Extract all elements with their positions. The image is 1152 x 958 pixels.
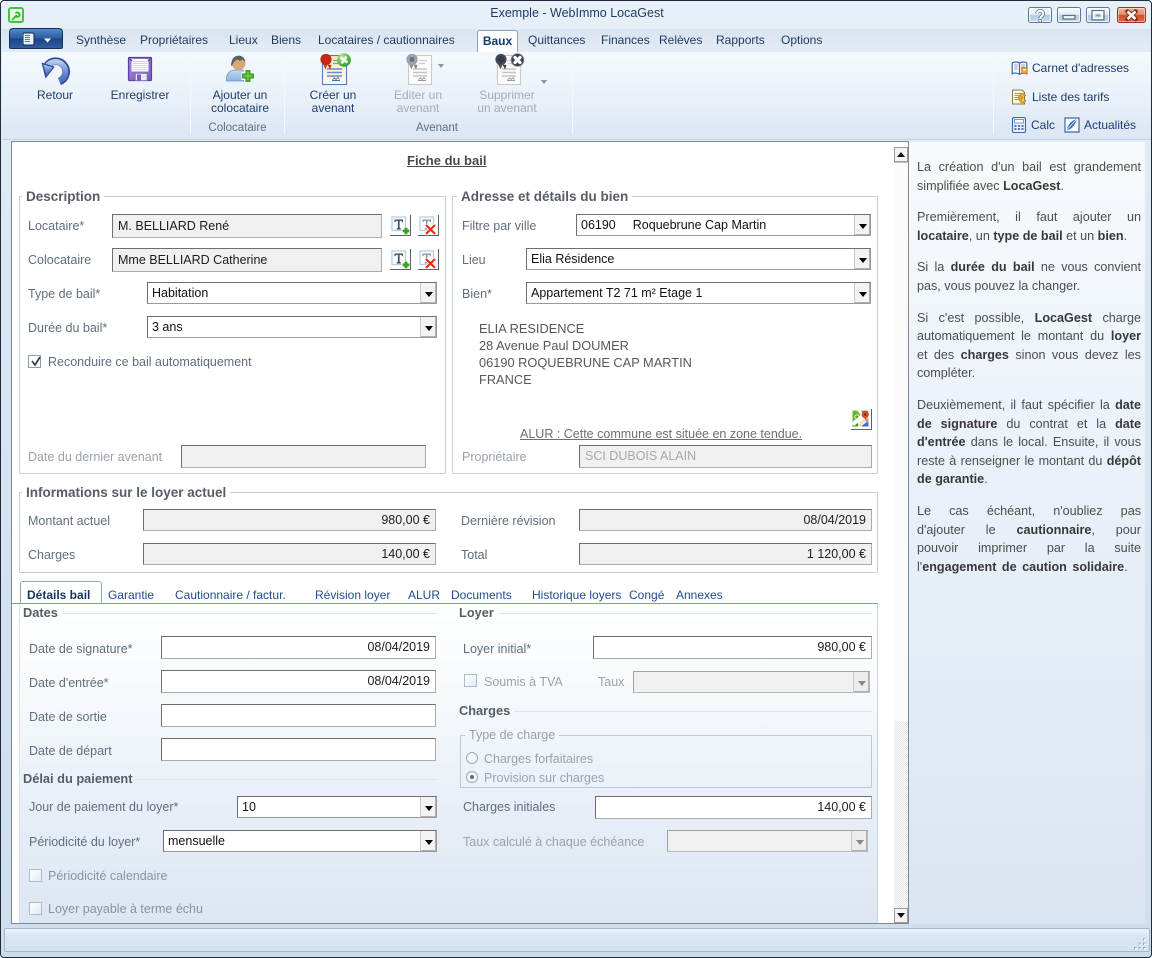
svg-text:€: €: [1018, 90, 1026, 105]
